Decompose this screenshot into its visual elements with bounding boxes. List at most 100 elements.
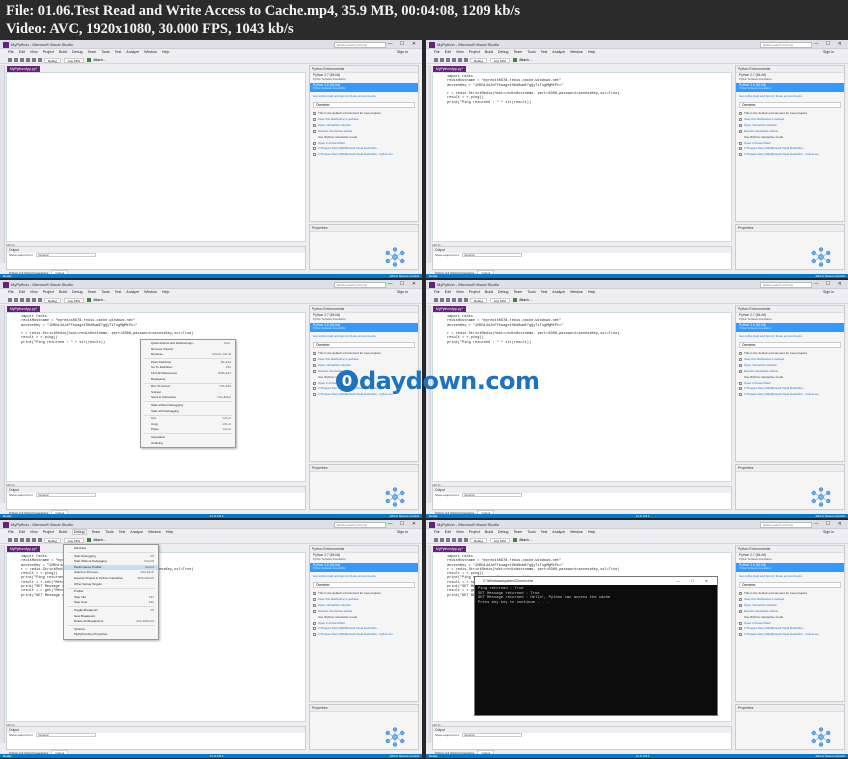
menu-help[interactable]: Help: [166, 530, 173, 534]
toolbar-tool-icon[interactable]: [8, 298, 12, 303]
environment-item[interactable]: Python 3.6 (64-bit) Python Software Found…: [736, 322, 844, 333]
menu-debug[interactable]: Debug: [498, 530, 509, 534]
code-editor[interactable]: import redis redisHostname = "myredis097…: [432, 72, 732, 242]
platform-dropdown[interactable]: Any CPU: [489, 297, 511, 303]
menu-test[interactable]: Test: [115, 50, 122, 54]
window-controls[interactable]: — ☐ ✕: [388, 521, 419, 527]
server-explorer-strip[interactable]: [0, 305, 5, 503]
menu-project[interactable]: Project: [43, 530, 54, 534]
menu-help[interactable]: Help: [588, 530, 595, 534]
menu-edit[interactable]: Edit: [19, 290, 25, 294]
start-play-icon[interactable]: [87, 298, 92, 303]
menu-test[interactable]: Test: [541, 530, 548, 534]
menu-debug[interactable]: Debug: [72, 290, 83, 294]
attach-button[interactable]: Attach...: [519, 298, 531, 302]
toolbar-tool-icon[interactable]: [32, 298, 36, 303]
toolbar-tool-icon[interactable]: [20, 58, 24, 63]
environment-item[interactable]: Python 2.7 (64-bit) Python Software Found…: [736, 73, 844, 83]
online-help-link[interactable]: Get online help and tips for these envir…: [310, 92, 418, 100]
menu-test[interactable]: Test: [541, 50, 548, 54]
menu-analyze[interactable]: Analyze: [130, 530, 143, 534]
platform-dropdown[interactable]: Any CPU: [63, 57, 85, 63]
menu-help[interactable]: Help: [162, 50, 169, 54]
menu-file[interactable]: File: [8, 290, 14, 294]
toolbar-tool-icon[interactable]: [446, 58, 450, 63]
code-editor[interactable]: [6, 72, 306, 242]
menu-build[interactable]: Build: [59, 290, 67, 294]
toolbar-tool-icon[interactable]: [446, 538, 450, 543]
platform-dropdown[interactable]: Any CPU: [489, 57, 511, 63]
menu-analyze[interactable]: Analyze: [552, 530, 565, 534]
toolbar-tool-icon[interactable]: [434, 58, 438, 63]
menu-file[interactable]: File: [434, 290, 440, 294]
menu-tools[interactable]: Tools: [527, 50, 535, 54]
output-source-dropdown[interactable]: General: [462, 253, 523, 258]
menu-window[interactable]: Window: [144, 290, 157, 294]
quick-launch-input[interactable]: Quick Launch (Ctrl+Q): [334, 522, 386, 528]
sign-in-link[interactable]: Sign in: [397, 529, 408, 536]
overview-dropdown[interactable]: Overview: [313, 342, 415, 349]
toolbar-tool-icon[interactable]: [26, 58, 30, 63]
attach-button[interactable]: Attach...: [519, 58, 531, 62]
window-controls[interactable]: — ☐ ✕: [814, 521, 845, 527]
menu-window[interactable]: Window: [148, 530, 161, 534]
output-source-dropdown[interactable]: General: [462, 733, 523, 738]
quick-launch-input[interactable]: Quick Launch (Ctrl+Q): [760, 42, 812, 48]
toolbar-tool-icon[interactable]: [26, 298, 30, 303]
environment-item[interactable]: Python 2.7 (64-bit) Python Software Found…: [736, 553, 844, 563]
add-to-source-control[interactable]: Add to Source Control: [389, 274, 419, 278]
menu-view[interactable]: View: [30, 50, 38, 54]
toolbar-tool-icon[interactable]: [38, 538, 42, 543]
menu-debug[interactable]: Debug: [498, 50, 509, 54]
context-menu-item[interactable]: Breakpoint: [141, 377, 235, 383]
menu-test[interactable]: Test: [115, 290, 122, 294]
context-menu-item[interactable]: Start with Debugging: [141, 409, 235, 415]
sign-in-link[interactable]: Sign in: [823, 49, 834, 56]
menu-analyze[interactable]: Analyze: [552, 290, 565, 294]
toolbar-tool-icon[interactable]: [464, 298, 468, 303]
toolbar-tool-icon[interactable]: [8, 58, 12, 63]
environment-action-row[interactable]: C:\Program Files (x86)\Microsoft Visual …: [310, 152, 418, 158]
menu-team[interactable]: Team: [88, 50, 97, 54]
context-menu-item[interactable]: Paste Ctrl+V: [141, 427, 235, 433]
code-editor[interactable]: import redis redisHostname = "myredis097…: [432, 312, 732, 482]
toolbar-tool-icon[interactable]: [32, 58, 36, 63]
menu-edit[interactable]: Edit: [445, 50, 451, 54]
toolbar-tool-icon[interactable]: [20, 298, 24, 303]
sign-in-link[interactable]: Sign in: [823, 289, 834, 296]
menu-build[interactable]: Build: [485, 50, 493, 54]
environment-item[interactable]: Python 2.7 (64-bit) Python Software Found…: [736, 313, 844, 323]
menu-view[interactable]: View: [456, 50, 464, 54]
add-to-source-control[interactable]: Add to Source Control: [815, 754, 845, 758]
sign-in-link[interactable]: Sign in: [397, 289, 408, 296]
context-menu-item[interactable]: Outlining: [141, 441, 235, 447]
menu-view[interactable]: View: [30, 530, 38, 534]
toolbar-tool-icon[interactable]: [434, 538, 438, 543]
toolbar-tool-icon[interactable]: [14, 538, 18, 543]
debug-menu-item[interactable]: Step Over F10: [64, 600, 158, 606]
toolbar-tool-icon[interactable]: [452, 298, 456, 303]
overview-dropdown[interactable]: Overview: [739, 582, 841, 589]
menu-window[interactable]: Window: [144, 50, 157, 54]
environment-item[interactable]: Python 2.7 (64-bit) Python Software Found…: [310, 313, 418, 323]
toolbar-tool-icon[interactable]: [464, 538, 468, 543]
menu-file[interactable]: File: [8, 530, 14, 534]
toolbar-tool-icon[interactable]: [458, 538, 462, 543]
toolbar-tool-icon[interactable]: [458, 298, 462, 303]
sign-in-link[interactable]: Sign in: [823, 529, 834, 536]
toolbar-tool-icon[interactable]: [20, 538, 24, 543]
config-dropdown[interactable]: Debug: [44, 297, 61, 303]
console-window-buttons[interactable]: — ☐ ✕: [676, 577, 713, 585]
menu-debug[interactable]: Debug: [498, 290, 509, 294]
platform-dropdown[interactable]: Any CPU: [489, 537, 511, 543]
config-dropdown[interactable]: Debug: [44, 57, 61, 63]
start-play-icon[interactable]: [513, 58, 518, 63]
server-explorer-strip[interactable]: [426, 545, 431, 743]
toolbar-tool-icon[interactable]: [440, 538, 444, 543]
environment-item[interactable]: Python 3.6 (64-bit) Python Software Found…: [310, 322, 418, 333]
start-play-icon[interactable]: [513, 538, 518, 543]
menu-tools[interactable]: Tools: [101, 50, 109, 54]
config-dropdown[interactable]: Debug: [470, 57, 487, 63]
console-titlebar[interactable]: C:\Windows\system32\cmd.exe — ☐ ✕: [475, 577, 717, 585]
window-controls[interactable]: — ☐ ✕: [388, 281, 419, 287]
